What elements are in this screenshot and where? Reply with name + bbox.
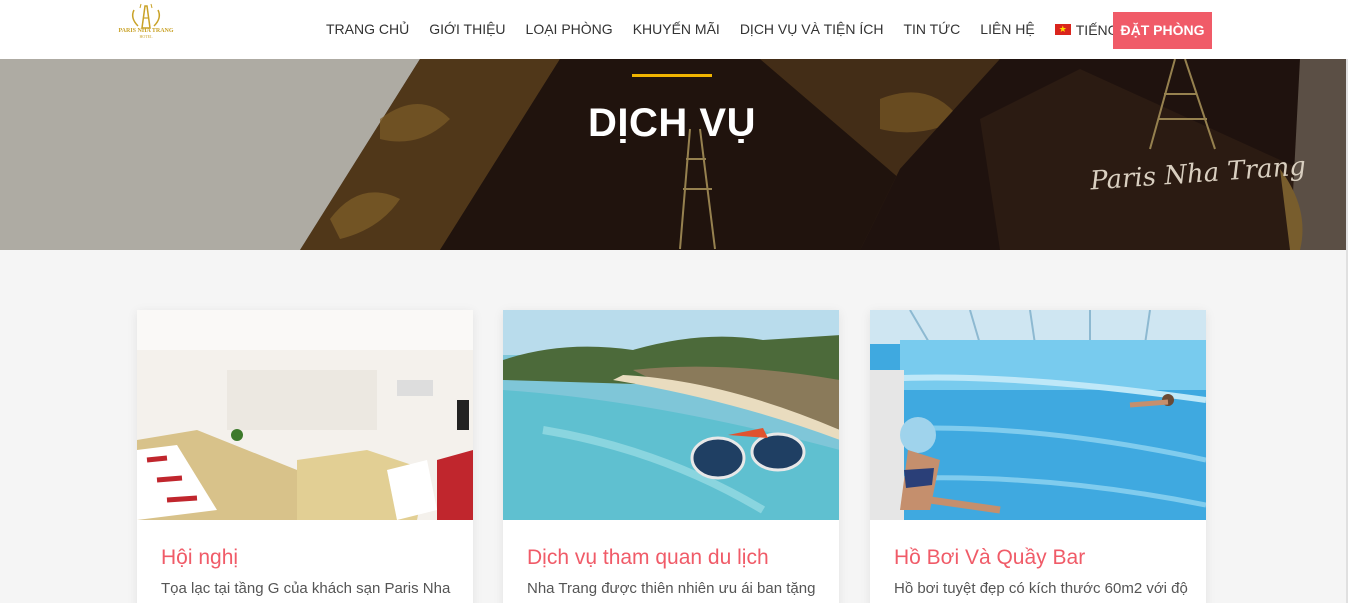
swimming-pool-photo[interactable]: [870, 310, 1206, 520]
book-room-button[interactable]: ĐẶT PHÒNG: [1113, 12, 1212, 49]
site-header: PARIS NHA TRANG HOTEL TRANG CHỦ GIỚI THI…: [0, 0, 1348, 59]
service-card-pool[interactable]: Hồ Bơi Và Quầy Bar Hồ bơi tuyệt đẹp có k…: [870, 310, 1206, 603]
nav-contact[interactable]: LIÊN HỆ: [970, 0, 1044, 59]
conference-room-photo[interactable]: [137, 310, 473, 520]
nav-promotions[interactable]: KHUYẾN MÃI: [623, 0, 730, 59]
service-card-tour[interactable]: Dịch vụ tham quan du lịch Nha Trang được…: [503, 310, 839, 603]
main-nav: TRANG CHỦ GIỚI THIỆU LOẠI PHÒNG KHUYẾN M…: [316, 0, 1164, 59]
card-title[interactable]: Hội nghị: [161, 546, 238, 570]
nav-news[interactable]: TIN TỨC: [893, 0, 970, 59]
beach-tour-photo[interactable]: [503, 310, 839, 520]
nav-services[interactable]: DỊCH VỤ VÀ TIỆN ÍCH: [730, 0, 894, 59]
nav-room-types[interactable]: LOẠI PHÒNG: [516, 0, 623, 59]
nav-home[interactable]: TRANG CHỦ: [316, 0, 419, 59]
logo-subtext: HOTEL: [139, 34, 153, 39]
page-title: DỊCH VỤ: [588, 101, 756, 145]
hero-overlay: [0, 59, 1348, 250]
vietnam-flag-icon: ★: [1054, 24, 1071, 35]
nav-about[interactable]: GIỚI THIỆU: [419, 0, 515, 59]
card-excerpt: Nha Trang được thiên nhiên ưu ái ban tặn…: [527, 580, 816, 597]
card-excerpt: Hồ bơi tuyệt đẹp có kích thước 60m2 với …: [894, 580, 1188, 597]
card-title[interactable]: Dịch vụ tham quan du lịch: [527, 546, 769, 570]
service-card-conference[interactable]: Hội nghị Tọa lạc tại tầng G của khách sạ…: [137, 310, 473, 603]
hotel-logo[interactable]: PARIS NHA TRANG HOTEL: [114, 2, 178, 42]
hero-banner: Paris Nha Trang DỊCH VỤ: [0, 59, 1348, 250]
hero-accent-line: [632, 74, 712, 77]
card-title[interactable]: Hồ Bơi Và Quầy Bar: [894, 546, 1085, 570]
card-excerpt: Tọa lạc tại tầng G của khách sạn Paris N…: [161, 580, 451, 597]
